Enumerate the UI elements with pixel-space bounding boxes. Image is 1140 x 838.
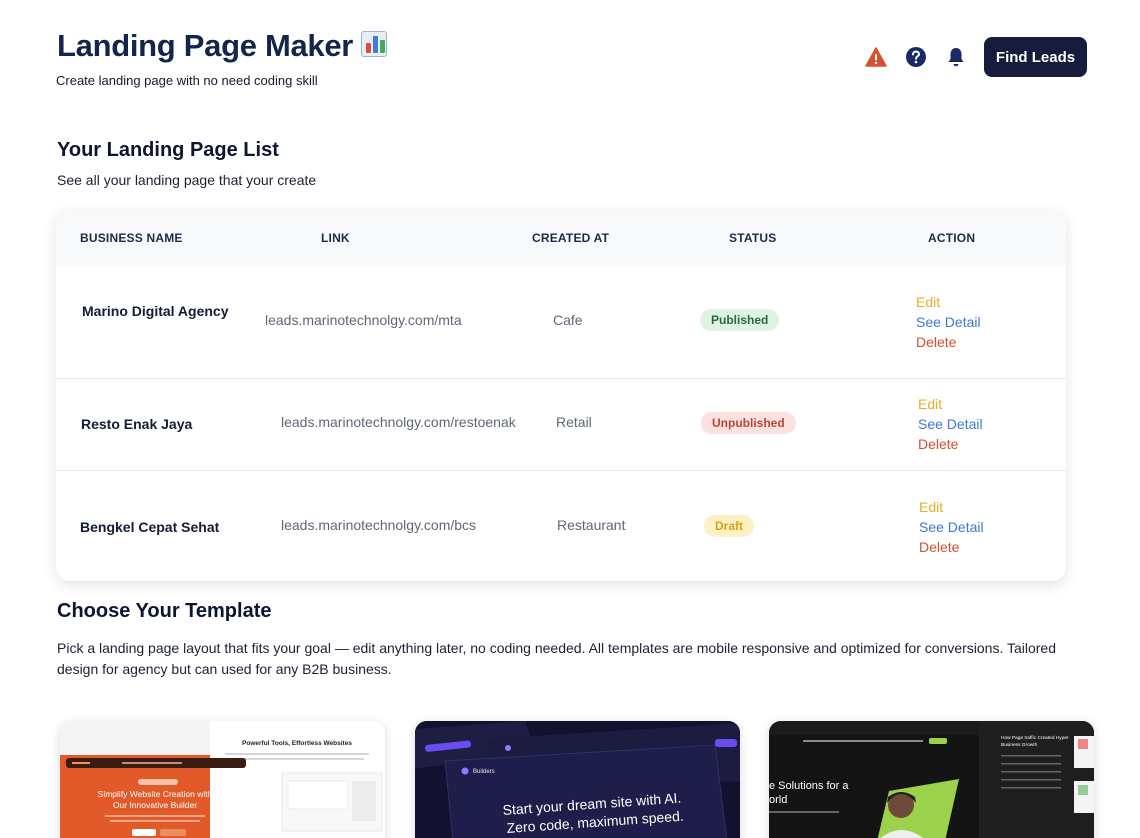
svg-text:orld: orld [769, 794, 787, 806]
landing-page-table: BUSINESS NAME LINK CREATED AT STATUS ACT… [56, 210, 1066, 581]
page-link: leads.marinotechnolgy.com/restoenak [281, 414, 516, 430]
template-preview: Powerful Tools, Effortless Websites Simp… [60, 721, 385, 838]
template-side-heading: Powerful Tools, Effortless Websites [242, 740, 352, 747]
see-detail-link[interactable]: See Detail [916, 312, 981, 332]
delete-link[interactable]: Delete [916, 332, 956, 352]
template-section-description: Pick a landing page layout that fits you… [57, 640, 1057, 677]
bar-chart-icon [361, 31, 388, 57]
status-badge: Unpublished [701, 412, 796, 434]
app-title-text: Landing Page Maker [57, 28, 354, 63]
bell-icon[interactable] [944, 45, 968, 69]
table-row: Bengkel Cepat Sehat leads.marinotechnolg… [56, 470, 1066, 581]
see-detail-link[interactable]: See Detail [919, 517, 984, 537]
edit-link[interactable]: Edit [919, 497, 943, 517]
svg-text:e Solutions for a: e Solutions for a [769, 780, 849, 792]
list-section-description: See all your landing page that your crea… [57, 172, 317, 188]
app-subtitle: Create landing page with no need coding … [56, 73, 318, 88]
created-at: Cafe [553, 312, 583, 328]
list-section-title: Your Landing Page List [57, 139, 279, 161]
table-row: Resto Enak Jaya leads.marinotechnolgy.co… [56, 378, 1066, 470]
column-action: ACTION [928, 231, 976, 245]
table-row: Marino Digital Agency leads.marinotechno… [56, 266, 1066, 378]
delete-link[interactable]: Delete [918, 434, 958, 454]
template-card[interactable]: Builders Start your dream site with AI. … [415, 721, 740, 838]
created-at: Restaurant [557, 517, 626, 533]
edit-link[interactable]: Edit [916, 292, 940, 312]
column-link: LINK [321, 231, 350, 245]
column-business-name: BUSINESS NAME [80, 231, 183, 245]
column-status: STATUS [729, 231, 777, 245]
svg-text:Simplify Website Creation with: Simplify Website Creation with [98, 789, 213, 799]
status-badge: Draft [704, 515, 755, 537]
svg-text:Business Growth: Business Growth [1001, 742, 1038, 748]
business-name: Resto Enak Jaya [81, 416, 193, 432]
page-link: leads.marinotechnolgy.com/bcs [281, 517, 477, 533]
template-card[interactable]: Powerful Tools, Effortless Websites Simp… [60, 721, 385, 838]
edit-link[interactable]: Edit [918, 394, 942, 414]
page-link: leads.marinotechnolgy.com/mta [265, 312, 462, 328]
delete-link[interactable]: Delete [919, 537, 959, 557]
template-section-title: Choose Your Template [57, 600, 272, 622]
svg-text:Our Innovative Builder: Our Innovative Builder [113, 800, 197, 810]
svg-text:How Page traffic Created Hyper: How Page traffic Created Hyper [1001, 735, 1069, 741]
warning-icon[interactable] [864, 45, 888, 69]
header: Landing Page Maker Create landing page w… [0, 0, 1140, 110]
created-at: Retail [556, 414, 592, 430]
see-detail-link[interactable]: See Detail [918, 414, 983, 434]
column-created-at: CREATED AT [532, 231, 610, 245]
template-preview: Builders Start your dream site with AI. … [415, 721, 740, 838]
help-icon[interactable] [904, 45, 928, 69]
status-badge: Published [700, 309, 780, 331]
template-brand: Builders [473, 769, 495, 775]
template-card[interactable]: e Solutions for a orld How Page traffic … [769, 721, 1094, 838]
business-name: Bengkel Cepat Sehat [80, 519, 220, 535]
template-preview: e Solutions for a orld How Page traffic … [769, 721, 1094, 838]
table-header: BUSINESS NAME LINK CREATED AT STATUS ACT… [56, 210, 1066, 266]
business-name: Marino Digital Agency [82, 303, 229, 319]
app-title: Landing Page Maker [57, 28, 388, 64]
find-leads-button[interactable]: Find Leads [984, 37, 1087, 77]
